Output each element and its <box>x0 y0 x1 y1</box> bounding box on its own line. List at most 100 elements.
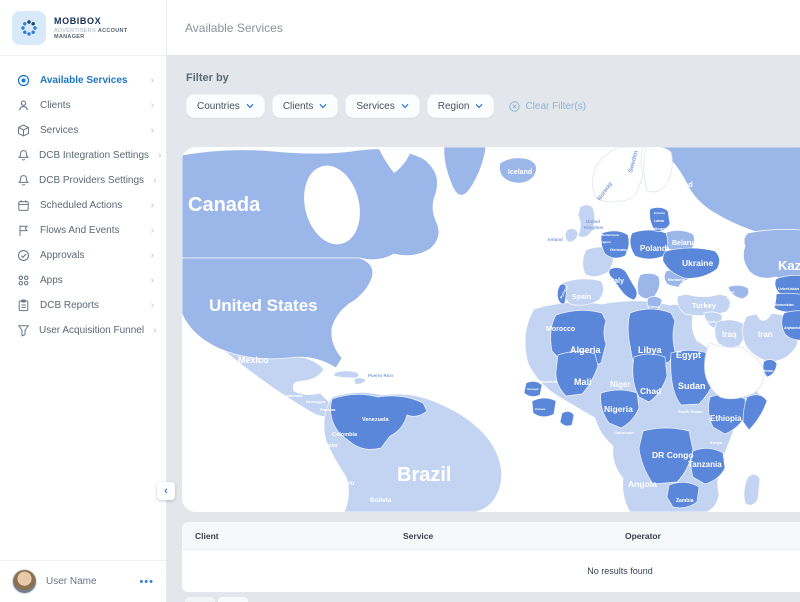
map-label-nigeria: Nigeria <box>604 404 633 414</box>
map-label-hungary: Hungary <box>645 271 658 275</box>
map-label-iran: Iran <box>758 330 773 339</box>
map-label-poland: Poland <box>640 244 667 253</box>
world-map[interactable]: CanadaUnited StatesMexicoGuatemalaNicara… <box>182 147 800 512</box>
map-label-chad: Chad <box>640 386 661 396</box>
sidebar-item-label: Scheduled Actions <box>40 200 142 211</box>
map-label-puerto-rico: Puerto Rico <box>368 373 394 378</box>
chevron-right-icon: › <box>151 201 154 211</box>
map-label-mali: Mali <box>574 377 592 387</box>
disc-icon <box>17 74 31 88</box>
map-label-peru: Peru <box>340 480 354 487</box>
clear-filters-button[interactable]: Clear Filter(s) <box>509 101 586 112</box>
bell-icon <box>17 174 30 188</box>
map-label-nicaragua: Nicaragua <box>306 399 326 404</box>
map-label-kazakh: Kazakh <box>778 258 800 273</box>
page-title: Available Services <box>185 21 283 35</box>
map-label-germany: Germany <box>610 247 628 252</box>
map-label-senegal: Senegal <box>527 387 539 391</box>
map-label-georgia: Georgia <box>723 290 735 294</box>
table-header-row: Client Service Operator <box>182 522 800 550</box>
user-block: User Name ••• <box>0 560 166 602</box>
column-header-service: Service <box>403 531 433 541</box>
sidebar: MOBIBOX ADVERTISERS ACCOUNT MANAGER Avai… <box>0 0 167 602</box>
map-label-belarus: Belarus <box>672 240 698 247</box>
map-label-panama: Panama <box>320 407 336 412</box>
map-label-ecuador: Ecuador <box>318 443 338 449</box>
chevron-right-icon: › <box>158 151 161 161</box>
brand-subtitle: ADVERTISERS ACCOUNT MANAGER <box>54 28 154 40</box>
countries-filter-dropdown[interactable]: Countries <box>186 94 265 118</box>
map-label-syria: Syria <box>706 319 717 324</box>
services-filter-dropdown[interactable]: Services <box>345 94 419 118</box>
map-label-zambia: Zambia <box>676 498 694 504</box>
sidebar-item-clients[interactable]: Clients › <box>0 93 166 118</box>
country-somalia <box>743 395 767 430</box>
chevron-down-icon <box>401 103 409 109</box>
sidebar-item-label: Flows And Events <box>40 225 142 236</box>
map-label-czechia: Czechia <box>630 261 642 265</box>
filter-row: Countries Clients Services Region Clear … <box>186 94 800 118</box>
mobibox-logo-icon <box>12 11 46 45</box>
map-label-cameroon: Cameroon <box>614 430 634 435</box>
chevron-right-icon: › <box>151 76 154 86</box>
sidebar-item-flows-and-events[interactable]: Flows And Events › <box>0 218 166 243</box>
sidebar-item-dcb-integration-settings[interactable]: DCB Integration Settings › <box>0 143 166 168</box>
sidebar-collapse-button[interactable]: ‹ <box>157 482 175 500</box>
map-label-spain: Spain <box>572 294 591 301</box>
map-label-kingdom: Kingdom <box>584 225 604 230</box>
sidebar-item-label: Clients <box>40 100 142 111</box>
map-label-uzbekistan: Uzbekistan <box>778 286 800 291</box>
map-label-sudan: Sudan <box>678 381 706 391</box>
map-label-south-sudan: South Sudan <box>678 409 703 414</box>
map-label-bolivia: Bolivia <box>370 497 392 504</box>
package-icon <box>17 124 31 138</box>
user-name: User Name <box>46 576 130 587</box>
clients-filter-dropdown[interactable]: Clients <box>272 94 339 118</box>
map-label-finland: Finland <box>666 180 693 189</box>
sidebar-item-label: DCB Integration Settings <box>39 150 149 161</box>
map-label-ireland: Ireland <box>548 237 563 242</box>
region-balkans <box>637 273 659 299</box>
main-area: Available Services Filter by Countries C… <box>167 0 800 602</box>
map-label-iceland: Iceland <box>508 169 532 176</box>
bell-icon <box>17 149 30 163</box>
sidebar-item-label: Available Services <box>40 75 142 86</box>
filter-by-label: Filter by <box>186 72 800 84</box>
map-label-morocco: Morocco <box>546 326 575 333</box>
sidebar-item-label: Apps <box>40 275 142 286</box>
filter-button-label: Countries <box>197 101 240 112</box>
map-label-united: United <box>586 219 600 224</box>
chevron-down-icon <box>475 103 483 109</box>
region-filter-dropdown[interactable]: Region <box>427 94 495 118</box>
map-label-greece: Greece <box>648 305 660 309</box>
filter-button-label: Region <box>438 101 470 112</box>
sidebar-item-apps[interactable]: Apps › <box>0 268 166 293</box>
check-circle-icon <box>17 249 31 263</box>
sidebar-item-services[interactable]: Services › <box>0 118 166 143</box>
sidebar-item-scheduled-actions[interactable]: Scheduled Actions › <box>0 193 166 218</box>
chevron-right-icon: › <box>151 251 154 261</box>
user-menu-dots-icon[interactable]: ••• <box>139 576 154 588</box>
sidebar-item-approvals[interactable]: Approvals › <box>0 243 166 268</box>
pagination-next-button[interactable] <box>218 597 248 602</box>
funnel-icon <box>17 324 30 338</box>
chevron-right-icon: › <box>151 101 154 111</box>
calendar-icon <box>17 199 31 213</box>
chevron-right-icon: › <box>153 176 156 186</box>
map-label-kenya: Kenya <box>710 440 723 445</box>
map-label-algeria: Algeria <box>570 345 602 355</box>
sidebar-item-label: DCB Reports <box>40 300 142 311</box>
country-hispaniola <box>354 378 366 384</box>
map-label-afghanistan: Afghanistan <box>784 326 800 330</box>
sidebar-item-available-services[interactable]: Available Services › <box>0 68 166 93</box>
sidebar-item-user-acquisition-funnel[interactable]: User Acquisition Funnel › <box>0 318 166 343</box>
sidebar-item-label: Services <box>40 125 142 136</box>
country-cuba <box>334 371 359 378</box>
map-label-united-states: United States <box>209 296 318 315</box>
clear-circle-x-icon <box>509 101 520 112</box>
brand-header: MOBIBOX ADVERTISERS ACCOUNT MANAGER <box>0 0 166 56</box>
sidebar-item-label: Approvals <box>40 250 142 261</box>
pagination-prev-button[interactable] <box>185 597 215 602</box>
sidebar-item-dcb-reports[interactable]: DCB Reports › <box>0 293 166 318</box>
sidebar-item-dcb-providers-settings[interactable]: DCB Providers Settings › <box>0 168 166 193</box>
